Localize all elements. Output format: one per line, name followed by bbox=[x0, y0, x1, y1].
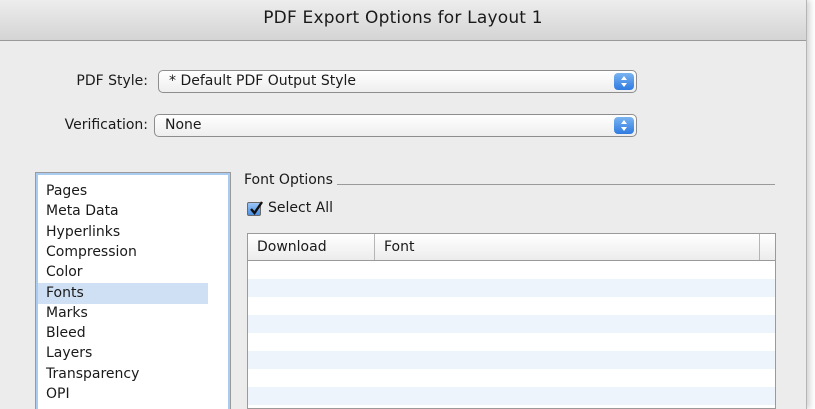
table-row bbox=[248, 279, 775, 297]
verification-value: None bbox=[165, 117, 202, 133]
up-down-arrows-icon bbox=[614, 117, 634, 134]
verification-popup[interactable]: None bbox=[154, 114, 637, 137]
column-header-font[interactable]: Font bbox=[375, 234, 760, 260]
table-header: Download Font bbox=[248, 234, 775, 261]
table-row bbox=[248, 261, 775, 279]
pdf-style-label: PDF Style: bbox=[76, 73, 148, 89]
category-item-hyperlinks[interactable]: Hyperlinks bbox=[38, 222, 208, 243]
pdf-export-dialog: PDF Export Options for Layout 1 PDF Styl… bbox=[0, 0, 807, 409]
column-header-download[interactable]: Download bbox=[248, 234, 375, 260]
title-bar[interactable]: PDF Export Options for Layout 1 bbox=[0, 0, 806, 41]
category-item-fonts[interactable]: Fonts bbox=[38, 282, 208, 304]
category-item-transparency[interactable]: Transparency bbox=[38, 364, 208, 385]
window-title: PDF Export Options for Layout 1 bbox=[263, 8, 543, 28]
category-item-bleed[interactable]: Bleed bbox=[38, 323, 208, 344]
category-item-layers[interactable]: Layers bbox=[38, 343, 208, 364]
category-item-pages[interactable]: Pages bbox=[38, 181, 208, 202]
verification-label: Verification: bbox=[64, 117, 148, 133]
table-row bbox=[248, 315, 775, 333]
table-row bbox=[248, 297, 775, 315]
font-options-title: Font Options bbox=[244, 172, 337, 188]
table-row bbox=[248, 369, 775, 387]
checkmark-icon bbox=[250, 201, 263, 215]
font-table[interactable]: Download Font bbox=[247, 233, 776, 409]
select-all-label[interactable]: Select All bbox=[268, 200, 333, 216]
category-item-meta-data[interactable]: Meta Data bbox=[38, 201, 208, 222]
category-list[interactable]: Pages Meta Data Hyperlinks Compression Color… bbox=[35, 172, 231, 409]
up-down-arrows-icon bbox=[614, 73, 634, 90]
pdf-style-value: * Default PDF Output Style bbox=[169, 73, 357, 89]
table-row bbox=[248, 387, 775, 405]
category-item-color[interactable]: Color bbox=[38, 262, 208, 283]
category-item-compression[interactable]: Compression bbox=[38, 242, 208, 263]
category-item-opi[interactable]: OPI bbox=[38, 384, 208, 405]
table-row bbox=[248, 351, 775, 369]
table-row bbox=[248, 333, 775, 351]
select-all-checkbox[interactable] bbox=[247, 201, 263, 216]
category-item-marks[interactable]: Marks bbox=[38, 303, 208, 324]
pdf-style-popup[interactable]: * Default PDF Output Style bbox=[158, 70, 637, 93]
